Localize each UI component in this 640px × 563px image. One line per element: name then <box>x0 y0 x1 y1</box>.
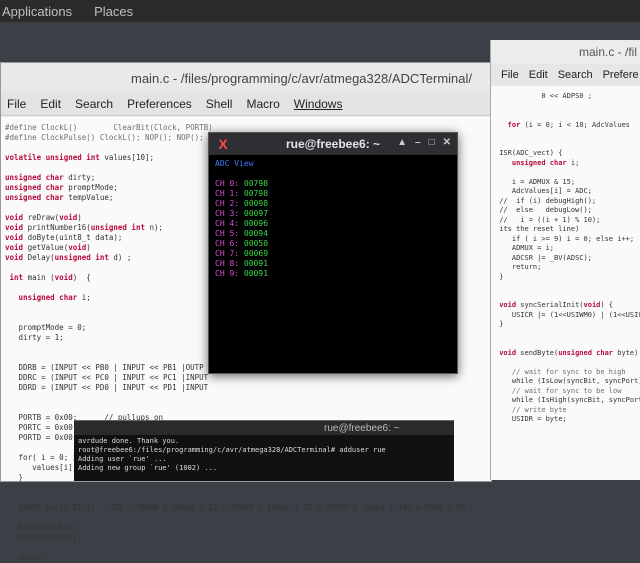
right-menu-search[interactable]: Search <box>558 69 593 81</box>
applications-menu[interactable]: Applications <box>2 4 72 19</box>
right-menu-preferences[interactable]: Prefere <box>603 69 639 81</box>
channel-value: 00096 <box>243 219 269 228</box>
menu-windows[interactable]: Windows <box>294 97 343 111</box>
system-topbar: Applications Places <box>0 0 640 22</box>
channel-value: 00050 <box>243 239 269 248</box>
channel-label: CH 7: <box>215 249 240 258</box>
menu-macro[interactable]: Macro <box>246 97 279 111</box>
channel-label: CH 6: <box>215 239 240 248</box>
channel-row: CH 8: 00091 <box>215 259 451 269</box>
terminal-title: rue@freebee6: ~ <box>285 137 381 151</box>
channel-label: CH 2: <box>215 199 240 208</box>
menu-shell[interactable]: Shell <box>206 97 233 111</box>
right-code-area[interactable]: 0 << ADPS0 ; for (i = 0; i < 10; AdcValu… <box>491 86 640 480</box>
menu-edit[interactable]: Edit <box>40 97 61 111</box>
terminal-line: Adding user `rue' ... <box>78 455 167 463</box>
bottom-terminal-output: avrdude done. Thank you. root@freebee6:/… <box>74 435 454 475</box>
left-window-title: main.c - /files/programming/c/avr/atmega… <box>1 63 491 93</box>
channel-row: CH 0: 00798 <box>215 179 451 189</box>
channel-row: CH 3: 00097 <box>215 209 451 219</box>
channel-row: CH 4: 00096 <box>215 219 451 229</box>
channel-value: 00097 <box>243 209 269 218</box>
terminal-window[interactable]: X rue@freebee6: ~ ▲ – □ ✕ ADC View CH 0:… <box>208 132 458 374</box>
terminal-content: ADC View CH 0: 00798 CH 1: 00798 CH 2: 0… <box>209 155 457 283</box>
channel-row: CH 5: 00094 <box>215 229 451 239</box>
menu-search[interactable]: Search <box>75 97 113 111</box>
channel-value: 00094 <box>243 229 269 238</box>
window-controls: ▲ – □ ✕ <box>397 137 451 148</box>
up-icon[interactable]: ▲ <box>397 137 407 148</box>
xterm-logo-icon: X <box>218 136 228 152</box>
terminal-titlebar[interactable]: X rue@freebee6: ~ ▲ – □ ✕ <box>209 133 457 155</box>
places-menu[interactable]: Places <box>94 4 133 19</box>
channel-label: CH 9: <box>215 269 240 278</box>
channel-row: CH 1: 00798 <box>215 189 451 199</box>
channel-label: CH 3: <box>215 209 240 218</box>
channel-value: 00091 <box>243 269 269 278</box>
channel-label: CH 0: <box>215 179 240 188</box>
menu-preferences[interactable]: Preferences <box>127 97 192 111</box>
right-menu-file[interactable]: File <box>501 69 519 81</box>
adc-view-header: ADC View <box>215 159 254 168</box>
channel-row: CH 7: 00069 <box>215 249 451 259</box>
close-icon[interactable]: ✕ <box>443 137 451 148</box>
left-menubar: File Edit Search Preferences Shell Macro… <box>1 93 491 116</box>
right-window-title: main.c - /fil <box>491 40 640 64</box>
channel-row: CH 6: 00050 <box>215 239 451 249</box>
right-editor-window: main.c - /fil File Edit Search Prefere 0… <box>490 40 640 480</box>
channel-label: CH 8: <box>215 259 240 268</box>
terminal-line: avrdude done. Thank you. <box>78 437 180 445</box>
minimize-icon[interactable]: – <box>415 137 421 148</box>
bottom-terminal-title: rue@freebee6: ~ <box>74 421 454 435</box>
channel-label: CH 5: <box>215 229 240 238</box>
channel-row: CH 9: 00091 <box>215 269 451 279</box>
right-menu-edit[interactable]: Edit <box>529 69 548 81</box>
right-menubar: File Edit Search Prefere <box>491 64 640 87</box>
channel-value: 00069 <box>243 249 269 258</box>
channel-value: 00798 <box>243 179 269 188</box>
maximize-icon[interactable]: □ <box>429 137 435 148</box>
channel-value: 00098 <box>243 199 269 208</box>
channel-value: 00798 <box>243 189 269 198</box>
channel-label: CH 4: <box>215 219 240 228</box>
channel-value: 00091 <box>243 259 269 268</box>
terminal-line: root@freebee6:/files/programming/c/avr/a… <box>78 446 386 454</box>
menu-file[interactable]: File <box>7 97 26 111</box>
terminal-line: Adding new group `rue' (1002) ... <box>78 464 218 472</box>
bottom-terminal-window[interactable]: rue@freebee6: ~ avrdude done. Thank you.… <box>74 420 454 481</box>
channel-row: CH 2: 00098 <box>215 199 451 209</box>
channel-label: CH 1: <box>215 189 240 198</box>
